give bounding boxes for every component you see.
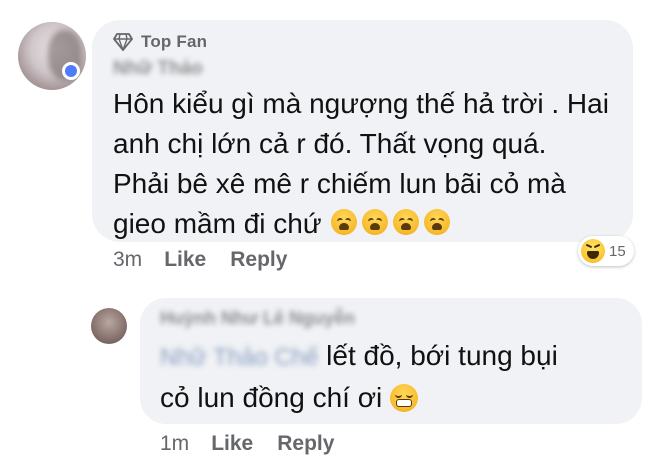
reply-author-avatar[interactable] [91, 308, 127, 344]
reply-line-2: cỏ lun đồng chí ơi [160, 382, 383, 413]
reply-line-1: lết đồ, bới tung bụi [326, 340, 558, 371]
reaction-summary[interactable]: 15 [578, 236, 634, 266]
weary-face-icon [329, 209, 451, 235]
comment-text: Hôn kiểu gì mà ngượng thế hả trời . Hai … [113, 84, 628, 244]
commenter-name[interactable]: Nhữ Thảo [113, 58, 203, 80]
reaction-count: 15 [609, 242, 626, 260]
reply-mention[interactable]: Nhữ Thảo Chế [160, 338, 318, 378]
haha-reaction-icon [581, 239, 605, 263]
comment-timestamp[interactable]: 3m [113, 248, 142, 272]
reply-text: Nhữ Thảo Chế lết đồ, bới tung bụi cỏ lun… [160, 336, 635, 418]
reply-author-name[interactable]: Huỳnh Như Lê Nguyễn [160, 308, 355, 329]
reply-like-button[interactable]: Like [211, 432, 253, 456]
like-button[interactable]: Like [164, 248, 206, 272]
grimacing-face-icon [390, 384, 419, 412]
top-fan-label: Top Fan [141, 32, 208, 51]
reply-actions: 1m Like Reply [160, 432, 334, 456]
online-status-dot [62, 62, 80, 80]
top-fan-badge[interactable]: Top Fan [113, 32, 207, 52]
comment-actions: 3m Like Reply [113, 248, 287, 272]
reply-timestamp[interactable]: 1m [160, 432, 189, 456]
reply-button[interactable]: Reply [230, 248, 287, 272]
reply-reply-button[interactable]: Reply [277, 432, 334, 456]
diamond-icon [113, 33, 133, 51]
commenter-avatar[interactable] [18, 22, 86, 90]
